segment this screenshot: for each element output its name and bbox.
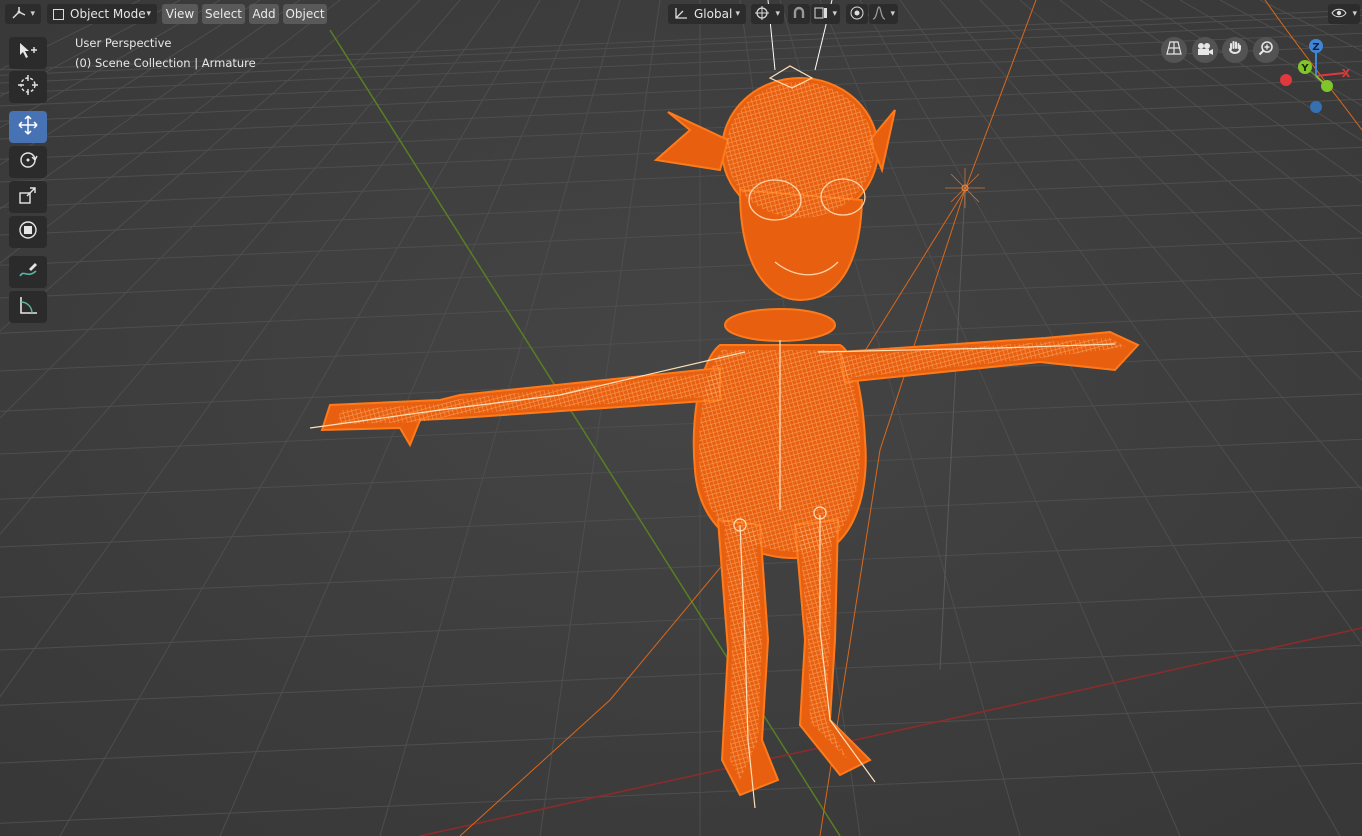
tool-transform[interactable]: [9, 216, 47, 248]
chevron-down-icon: ▾: [1352, 9, 1357, 19]
navigation-gizmo[interactable]: Z X Y: [1272, 34, 1362, 124]
tool-move[interactable]: [9, 111, 47, 143]
gizmo-y-label: Y: [1300, 63, 1309, 74]
gizmo-neg-y[interactable]: [1321, 80, 1333, 92]
menu-select[interactable]: Select: [202, 4, 245, 24]
cursor-icon: [17, 74, 39, 100]
falloff-selector[interactable]: ▾: [869, 4, 898, 24]
menu-object[interactable]: Object: [283, 4, 327, 24]
tool-scale[interactable]: [9, 181, 47, 213]
perspective-toggle-button[interactable]: [1161, 37, 1187, 63]
eye-visibility-icon: [1331, 7, 1347, 22]
chevron-down-icon: ▾: [890, 9, 895, 19]
pivot-point-selector[interactable]: ▾: [751, 4, 784, 24]
perspective-grid-icon: [1166, 40, 1182, 60]
3d-viewport[interactable]: ▾ Object Mode ▾ View Select Add Object G…: [0, 0, 1362, 836]
view3d-icon: [11, 6, 27, 23]
snap-target-icon: [814, 6, 828, 23]
snap-toggle[interactable]: [788, 4, 810, 24]
viewport-background: [0, 0, 1362, 836]
snap-magnet-icon: [792, 6, 806, 23]
falloff-curve-icon: [872, 5, 886, 23]
tool-rotate[interactable]: [9, 146, 47, 178]
scene-canvas[interactable]: [0, 0, 1362, 836]
collection-info: (0) Scene Collection | Armature: [75, 56, 256, 70]
gizmo-z-label: Z: [1312, 42, 1319, 53]
transform-orientation-selector[interactable]: Global ▾: [668, 4, 746, 24]
gizmo-neg-z[interactable]: [1310, 101, 1322, 113]
tool-measure[interactable]: [9, 291, 47, 323]
view-name: User Perspective: [75, 36, 172, 50]
mode-selector[interactable]: Object Mode ▾: [47, 4, 157, 24]
pan-view-button[interactable]: [1222, 37, 1248, 63]
chevron-down-icon: ▾: [30, 9, 35, 19]
select-box-icon: [17, 40, 39, 66]
pivot-icon: [755, 5, 769, 23]
object-mode-icon: [53, 8, 64, 20]
light-object[interactable]: [945, 168, 985, 208]
proportional-edit-icon: [850, 6, 864, 23]
visibility-selector[interactable]: ▾: [1328, 4, 1360, 24]
menu-add[interactable]: Add: [249, 4, 279, 24]
tool-annotate[interactable]: [9, 256, 47, 288]
tool-cursor[interactable]: [9, 71, 47, 103]
menu-view[interactable]: View: [162, 4, 198, 24]
chevron-down-icon: ▾: [775, 9, 780, 19]
orientation-icon: [674, 7, 688, 22]
gizmo-neg-x[interactable]: [1280, 74, 1292, 86]
chevron-down-icon: ▾: [735, 9, 740, 19]
chevron-down-icon: ▾: [146, 9, 151, 19]
annotate-icon: [17, 259, 39, 285]
editor-type-button[interactable]: ▾: [5, 4, 41, 24]
transform-icon: [17, 219, 39, 245]
proportional-edit-toggle[interactable]: [846, 4, 868, 24]
rotate-icon: [17, 149, 39, 175]
hand-pan-icon: [1227, 40, 1243, 60]
tool-select-box[interactable]: [9, 37, 47, 69]
camera-view-button[interactable]: [1192, 37, 1218, 63]
snap-target-selector[interactable]: ▾: [811, 4, 840, 24]
camera-icon: [1196, 41, 1214, 60]
gizmo-x-label: X: [1342, 67, 1351, 80]
measure-icon: [17, 294, 39, 320]
orientation-label: Global: [694, 7, 733, 21]
mode-label: Object Mode: [70, 7, 146, 21]
move-icon: [17, 114, 39, 140]
chevron-down-icon: ▾: [832, 9, 837, 19]
scale-icon: [17, 184, 39, 210]
